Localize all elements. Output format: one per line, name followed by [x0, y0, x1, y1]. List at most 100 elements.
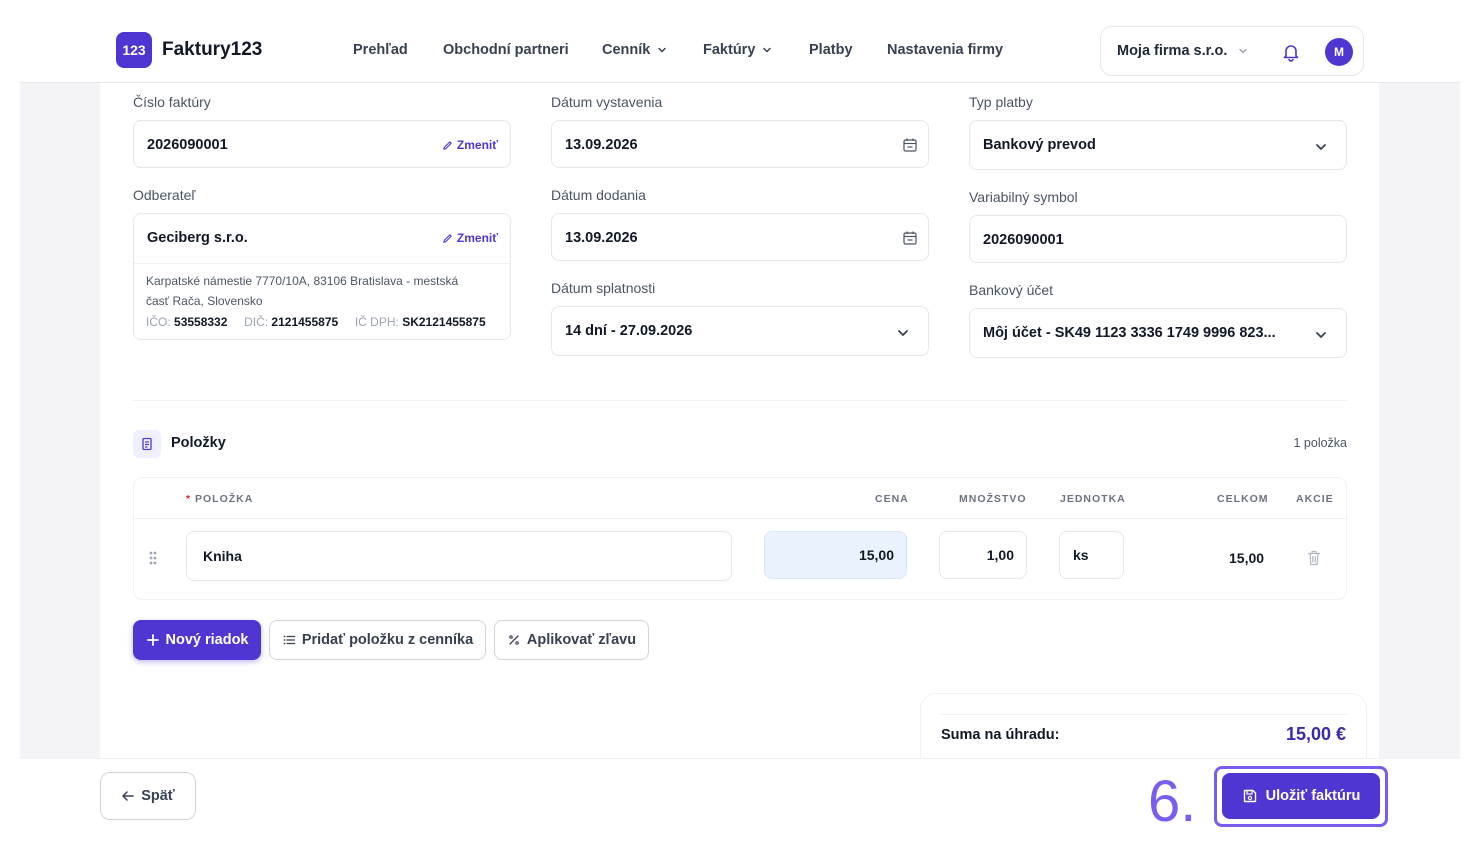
required-mark: * — [186, 493, 192, 505]
avatar[interactable]: M — [1325, 38, 1353, 66]
change-label: Zmeniť — [456, 138, 498, 152]
items-section-icon — [133, 430, 161, 458]
customer-address-line2: časť Rača, Slovensko — [146, 294, 263, 308]
chevron-down-icon — [1239, 48, 1248, 54]
payment-type-select[interactable]: Bankový prevod — [969, 120, 1347, 170]
section-divider — [133, 400, 1347, 401]
amount-due-value: 15,00 € — [1285, 724, 1346, 744]
amount-due-label: Suma na úhradu: — [941, 727, 1060, 743]
ico-value: 53558332 — [174, 315, 228, 329]
payment-type-value: Bankový prevod — [983, 137, 1096, 153]
bank-account-select[interactable]: Môj účet - SK49 1123 3336 1749 9996 823.… — [969, 308, 1347, 358]
issue-date-label: Dátum vystavenia — [551, 94, 663, 110]
customer-address-line1: Karpatské námestie 7770/10A, 83106 Brati… — [146, 274, 459, 288]
column-header-unit: JEDNOTKA — [1060, 493, 1126, 505]
item-price-input[interactable]: 15,00 — [764, 531, 907, 579]
add-from-pricelist-label: Pridať položku z cenníka — [301, 632, 474, 648]
drag-handle-icon[interactable] — [148, 550, 158, 566]
add-from-pricelist-button[interactable]: Pridať položku z cenníka — [269, 620, 486, 660]
nav-item-pricelist[interactable]: Cenník — [602, 42, 668, 58]
item-name-value: Kniha — [203, 548, 242, 564]
nav-item-payments[interactable]: Platby — [809, 42, 853, 58]
column-header-actions: AKCIE — [1296, 493, 1334, 505]
column-header-item: * POLOŽKA — [186, 493, 253, 505]
item-name-input[interactable]: Kniha — [186, 531, 732, 581]
nav-item-label: Platby — [809, 42, 853, 58]
nav-item-company-settings[interactable]: Nastavenia firmy — [887, 42, 1003, 58]
variable-symbol-input[interactable]: 2026090001 — [969, 215, 1347, 263]
payment-type-label: Typ platby — [969, 94, 1033, 110]
nav-item-label: Faktúry — [703, 42, 756, 58]
logo-badge[interactable]: 123 — [116, 32, 152, 68]
company-name: Moja firma s.r.o. — [1117, 43, 1228, 59]
invoice-number-field[interactable]: 2026090001 Zmeniť — [133, 120, 511, 168]
nav-item-partners[interactable]: Obchodní partneri — [443, 42, 569, 58]
save-icon — [1243, 789, 1256, 803]
item-quantity-value: 1,00 — [986, 547, 1014, 563]
nav-item-label: Prehľad — [353, 42, 408, 58]
step-number-annotation: 6. — [1148, 769, 1197, 834]
customer-divider — [134, 263, 510, 264]
customer-ids: IČO: 53558332 DIČ: 2121455875 IČ DPH: SK… — [146, 312, 486, 332]
customer-field[interactable]: Geciberg s.r.o. Zmeniť Karpatské námesti… — [133, 213, 511, 340]
due-date-select[interactable]: 14 dní - 27.09.2026 — [551, 306, 929, 356]
table-header-divider — [134, 518, 1346, 519]
footer-bar: Späť 6. Uložiť faktúru — [20, 758, 1460, 861]
summary-divider — [941, 714, 1347, 715]
bank-account-value: Môj účet - SK49 1123 3336 1749 9996 823.… — [983, 325, 1276, 341]
column-header-quantity: MNOŽSTVO — [959, 493, 1027, 505]
back-label: Späť — [141, 788, 175, 804]
save-invoice-button[interactable]: Uložiť faktúru — [1222, 773, 1380, 819]
back-button[interactable]: Späť — [100, 772, 196, 820]
apply-discount-button[interactable]: Aplikovať zľavu — [494, 620, 649, 660]
plus-icon — [146, 634, 159, 646]
company-switcher[interactable]: Moja firma s.r.o. — [1117, 43, 1249, 59]
change-label: Zmeniť — [456, 231, 498, 245]
variable-symbol-label: Variabilný symbol — [969, 189, 1078, 205]
column-header-item-label: POLOŽKA — [195, 493, 254, 505]
save-invoice-label: Uložiť faktúru — [1265, 788, 1361, 804]
item-quantity-input[interactable]: 1,00 — [939, 531, 1027, 579]
user-box: Moja firma s.r.o. M — [1100, 26, 1364, 76]
nav-item-label: Cenník — [602, 42, 651, 58]
nav-item-label: Obchodní partneri — [443, 42, 569, 58]
top-navigation: 123 Faktury123 Prehľad Obchodní partneri… — [20, 0, 1460, 83]
change-invoice-number-button[interactable]: Zmeniť — [442, 138, 498, 152]
nav-item-invoices[interactable]: Faktúry — [703, 42, 773, 58]
variable-symbol-value: 2026090001 — [983, 232, 1064, 248]
items-table: * POLOŽKA CENA MNOŽSTVO JEDNOTKA CELKOM … — [133, 477, 1347, 600]
new-row-button[interactable]: Nový riadok — [133, 620, 261, 660]
due-date-label: Dátum splatnosti — [551, 280, 656, 296]
ico-label: IČO: — [146, 315, 171, 329]
issue-date-value: 13.09.2026 — [565, 137, 638, 153]
receipt-icon — [142, 437, 152, 451]
nav-item-overview[interactable]: Prehľad — [353, 42, 408, 58]
customer-label: Odberateľ — [133, 187, 196, 203]
customer-name: Geciberg s.r.o. — [147, 230, 248, 246]
app-frame: 123 Faktury123 Prehľad Obchodní partneri… — [20, 0, 1460, 861]
delivery-date-field[interactable]: 13.09.2026 — [551, 213, 929, 261]
bank-account-label: Bankový účet — [969, 282, 1054, 298]
bell-icon[interactable] — [1281, 42, 1301, 62]
change-customer-button[interactable]: Zmeniť — [442, 231, 498, 245]
invoice-number-value: 2026090001 — [147, 137, 228, 153]
calendar-icon[interactable] — [902, 137, 918, 153]
chevron-down-icon — [658, 47, 667, 53]
item-total-value: 15,00 — [1229, 550, 1265, 566]
pencil-icon — [443, 233, 452, 243]
invoice-number-label: Číslo faktúry — [133, 94, 211, 110]
item-unit-input[interactable]: ks — [1059, 531, 1124, 579]
items-title: Položky — [171, 435, 226, 451]
due-date-value: 14 dní - 27.09.2026 — [565, 323, 693, 339]
icdph-value: SK2121455875 — [402, 315, 486, 329]
arrow-left-icon — [122, 791, 134, 801]
dic-label: DIČ: — [244, 315, 269, 329]
pencil-icon — [443, 140, 452, 150]
chevron-down-icon — [1316, 144, 1326, 150]
calendar-icon[interactable] — [902, 230, 918, 246]
issue-date-field[interactable]: 13.09.2026 — [551, 120, 929, 168]
dic-value: 2121455875 — [271, 315, 339, 329]
trash-icon[interactable] — [1306, 549, 1322, 567]
column-header-price: CENA — [875, 493, 909, 505]
app-name[interactable]: Faktury123 — [162, 39, 262, 61]
